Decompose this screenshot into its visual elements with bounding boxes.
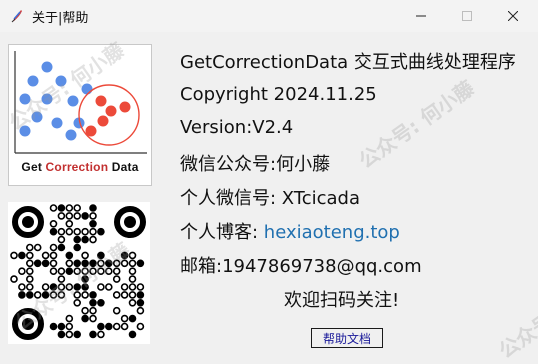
version-text: Version:V2.4 <box>180 117 294 138</box>
copyright-text: Copyright 2024.11.25 <box>180 84 377 105</box>
qr-code <box>8 202 150 344</box>
close-icon <box>508 11 518 21</box>
logo-caption-suffix: Data <box>108 160 139 174</box>
program-title: GetCorrectionData 交互式曲线处理程序 <box>180 52 516 73</box>
blog-link[interactable]: hexiaoteng.top <box>264 222 400 243</box>
window-title: 关于|帮助 <box>32 11 89 26</box>
help-docs-button[interactable]: 帮助文档 <box>311 328 383 348</box>
wechat-official-account: 微信公众号:何小藤 <box>180 154 331 175</box>
blog-label: 个人博客: <box>180 222 264 243</box>
qr-code-icon <box>10 204 146 340</box>
minimize-icon <box>416 15 426 17</box>
blog-line: 个人博客: hexiaoteng.top <box>180 218 400 244</box>
wechat-id: 个人微信号: XTcicada <box>180 188 361 209</box>
email-text: 邮箱:1947869738@qq.com <box>180 256 422 277</box>
maximize-icon <box>462 11 472 21</box>
app-logo: Get Correction Data <box>8 44 152 186</box>
logo-scatter-icon <box>14 51 147 154</box>
watermark: 公众号: 何小藤 <box>494 266 538 363</box>
title-bar: 关于|帮助 <box>0 0 538 32</box>
logo-caption: Get Correction Data <box>9 160 151 174</box>
logo-caption-highlight: Correction <box>45 160 109 174</box>
scan-prompt: 欢迎扫码关注! <box>284 290 400 311</box>
close-button[interactable] <box>490 0 536 32</box>
logo-caption-prefix: Get <box>21 160 46 174</box>
app-feather-icon <box>11 10 22 23</box>
maximize-button[interactable] <box>444 0 490 32</box>
minimize-button[interactable] <box>398 0 444 32</box>
